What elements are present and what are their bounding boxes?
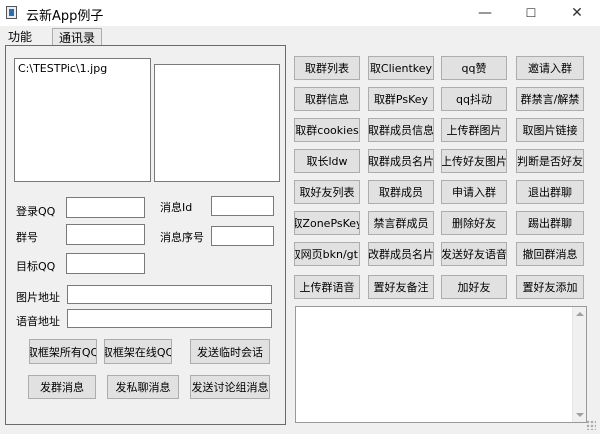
log-scrollbar[interactable] bbox=[572, 307, 586, 422]
action-button-13[interactable]: 取长ldw bbox=[294, 149, 360, 173]
scroll-up-icon[interactable] bbox=[576, 312, 584, 316]
window-title: 云新App例子 bbox=[26, 9, 104, 24]
send-group-message-button[interactable]: 发群消息 bbox=[28, 375, 96, 399]
maximize-icon[interactable]: ☐ bbox=[508, 0, 554, 26]
image-path-input[interactable] bbox=[67, 285, 272, 304]
action-button-17[interactable]: 取好友列表 bbox=[294, 180, 360, 204]
message-id-label: 消息Id bbox=[160, 201, 193, 214]
action-button-5[interactable]: 取群信息 bbox=[294, 87, 360, 111]
action-button-19[interactable]: 申请入群 bbox=[441, 180, 507, 204]
voice-path-label: 语音地址 bbox=[16, 315, 60, 328]
action-button-1[interactable]: 取群列表 bbox=[294, 56, 360, 80]
picture-list[interactable]: C:\TESTPic\1.jpg bbox=[14, 58, 151, 182]
message-seq-input[interactable] bbox=[211, 226, 274, 246]
scroll-down-icon[interactable] bbox=[576, 413, 584, 417]
action-button-12[interactable]: 取图片链接 bbox=[516, 118, 584, 142]
close-icon[interactable]: ✕ bbox=[554, 0, 600, 26]
group-number-input[interactable] bbox=[66, 224, 145, 245]
action-button-3[interactable]: qq赞 bbox=[441, 56, 507, 80]
get-frame-online-qq-button[interactable]: 取框架在线QQ bbox=[104, 339, 172, 364]
action-button-14[interactable]: 取群成员名片 bbox=[368, 149, 434, 173]
send-discussion-message-button[interactable]: 发送讨论组消息 bbox=[190, 375, 270, 399]
action-button-10[interactable]: 取群成员信息 bbox=[368, 118, 434, 142]
action-button-7[interactable]: qq抖动 bbox=[441, 87, 507, 111]
picture-list-item[interactable]: C:\TESTPic\1.jpg bbox=[15, 59, 150, 78]
tab-features[interactable]: 功能 bbox=[2, 28, 38, 46]
app-icon bbox=[6, 6, 17, 19]
action-button-25[interactable]: 取网页bkn/gtk bbox=[294, 242, 360, 266]
login-qq-label: 登录QQ bbox=[16, 205, 56, 218]
message-id-input[interactable] bbox=[211, 196, 274, 216]
group-number-label: 群号 bbox=[16, 231, 38, 244]
login-qq-input[interactable] bbox=[66, 197, 145, 218]
send-private-message-button[interactable]: 发私聊消息 bbox=[107, 375, 179, 399]
action-button-32[interactable]: 置好友添加 bbox=[516, 275, 584, 299]
action-button-6[interactable]: 取群PsKey bbox=[368, 87, 434, 111]
action-button-15[interactable]: 上传好友图片 bbox=[441, 149, 507, 173]
send-temp-chat-button[interactable]: 发送临时会话 bbox=[190, 339, 270, 364]
action-button-22[interactable]: 禁言群成员 bbox=[368, 211, 434, 235]
action-button-26[interactable]: 改群成员名片 bbox=[368, 242, 434, 266]
minimize-icon[interactable]: — bbox=[462, 0, 508, 26]
action-button-23[interactable]: 删除好友 bbox=[441, 211, 507, 235]
action-button-18[interactable]: 取群成员 bbox=[368, 180, 434, 204]
action-button-24[interactable]: 踢出群聊 bbox=[516, 211, 584, 235]
image-path-label: 图片地址 bbox=[16, 291, 60, 304]
action-button-20[interactable]: 退出群聊 bbox=[516, 180, 584, 204]
action-button-2[interactable]: 取Clientkey bbox=[368, 56, 434, 80]
target-qq-input[interactable] bbox=[66, 253, 145, 274]
action-button-9[interactable]: 取群cookies bbox=[294, 118, 360, 142]
action-button-27[interactable]: 发送好友语音 bbox=[441, 242, 507, 266]
picture-preview bbox=[154, 64, 280, 182]
action-button-11[interactable]: 上传群图片 bbox=[441, 118, 507, 142]
output-log[interactable] bbox=[295, 306, 587, 423]
action-button-4[interactable]: 邀请入群 bbox=[516, 56, 584, 80]
tab-contacts[interactable]: 通讯录 bbox=[52, 28, 103, 46]
action-button-16[interactable]: 判断是否好友 bbox=[516, 149, 584, 173]
voice-path-input[interactable] bbox=[67, 309, 272, 328]
action-button-31[interactable]: 加好友 bbox=[441, 275, 507, 299]
action-button-30[interactable]: 置好友备注 bbox=[368, 275, 434, 299]
action-button-29[interactable]: 上传群语音 bbox=[294, 275, 360, 299]
action-button-21[interactable]: 取ZonePsKey bbox=[294, 211, 360, 235]
action-button-8[interactable]: 群禁言/解禁 bbox=[516, 87, 584, 111]
resize-grip-icon[interactable] bbox=[586, 420, 596, 430]
message-seq-label: 消息序号 bbox=[160, 231, 204, 244]
target-qq-label: 目标QQ bbox=[16, 260, 56, 273]
action-button-28[interactable]: 撤回群消息 bbox=[516, 242, 584, 266]
get-frame-all-qq-button[interactable]: 取框架所有QQ bbox=[29, 339, 97, 364]
